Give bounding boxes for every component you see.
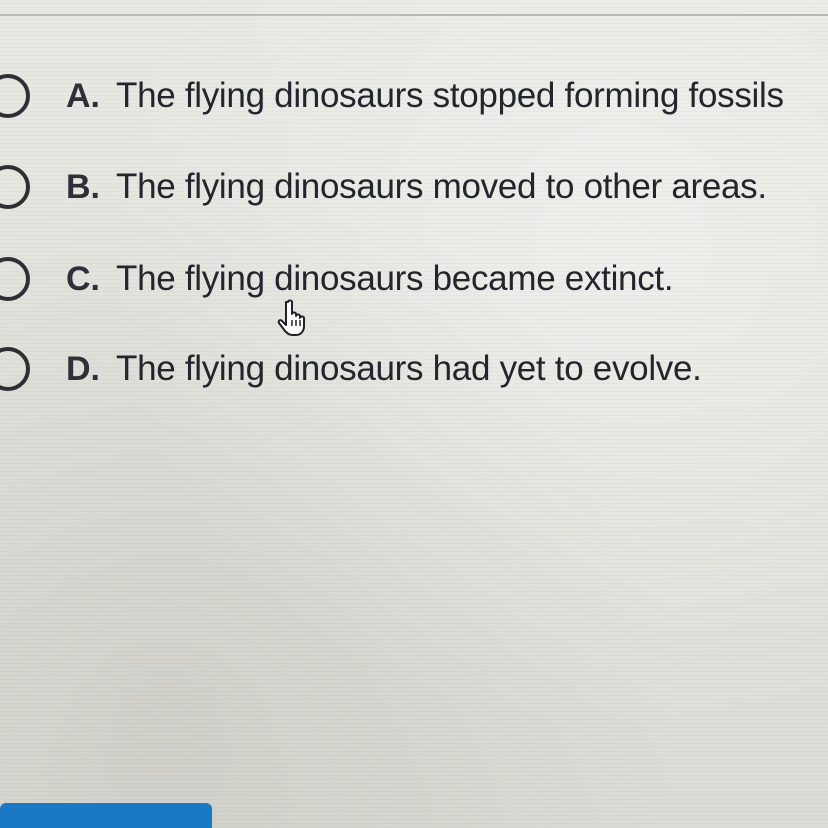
hand-pointer-icon: [277, 299, 305, 336]
radio-button-c[interactable]: [0, 257, 30, 301]
radio-button-d[interactable]: [0, 347, 30, 391]
radio-button-b[interactable]: [0, 165, 30, 209]
option-text-b: The flying dinosaurs moved to other area…: [116, 167, 767, 206]
radio-button-a[interactable]: [0, 74, 30, 118]
answer-option-c[interactable]: C. The flying dinosaurs became extinct.: [0, 249, 828, 309]
option-text-c: The flying dinosaurs became extinct.: [116, 259, 674, 298]
top-divider: [0, 14, 828, 16]
next-button[interactable]: [0, 803, 212, 828]
option-letter-d: D.: [66, 349, 100, 388]
answer-option-a[interactable]: A. The flying dinosaurs stopped forming …: [0, 66, 828, 126]
option-letter-c: C.: [66, 259, 100, 298]
option-text-a: The flying dinosaurs stopped forming fos…: [116, 76, 784, 115]
answer-option-b[interactable]: B. The flying dinosaurs moved to other a…: [0, 157, 828, 217]
answer-option-d[interactable]: D. The flying dinosaurs had yet to evolv…: [0, 339, 828, 399]
option-letter-b: B.: [66, 167, 100, 206]
option-text-d: The flying dinosaurs had yet to evolve.: [116, 349, 702, 388]
option-letter-a: A.: [66, 76, 100, 115]
